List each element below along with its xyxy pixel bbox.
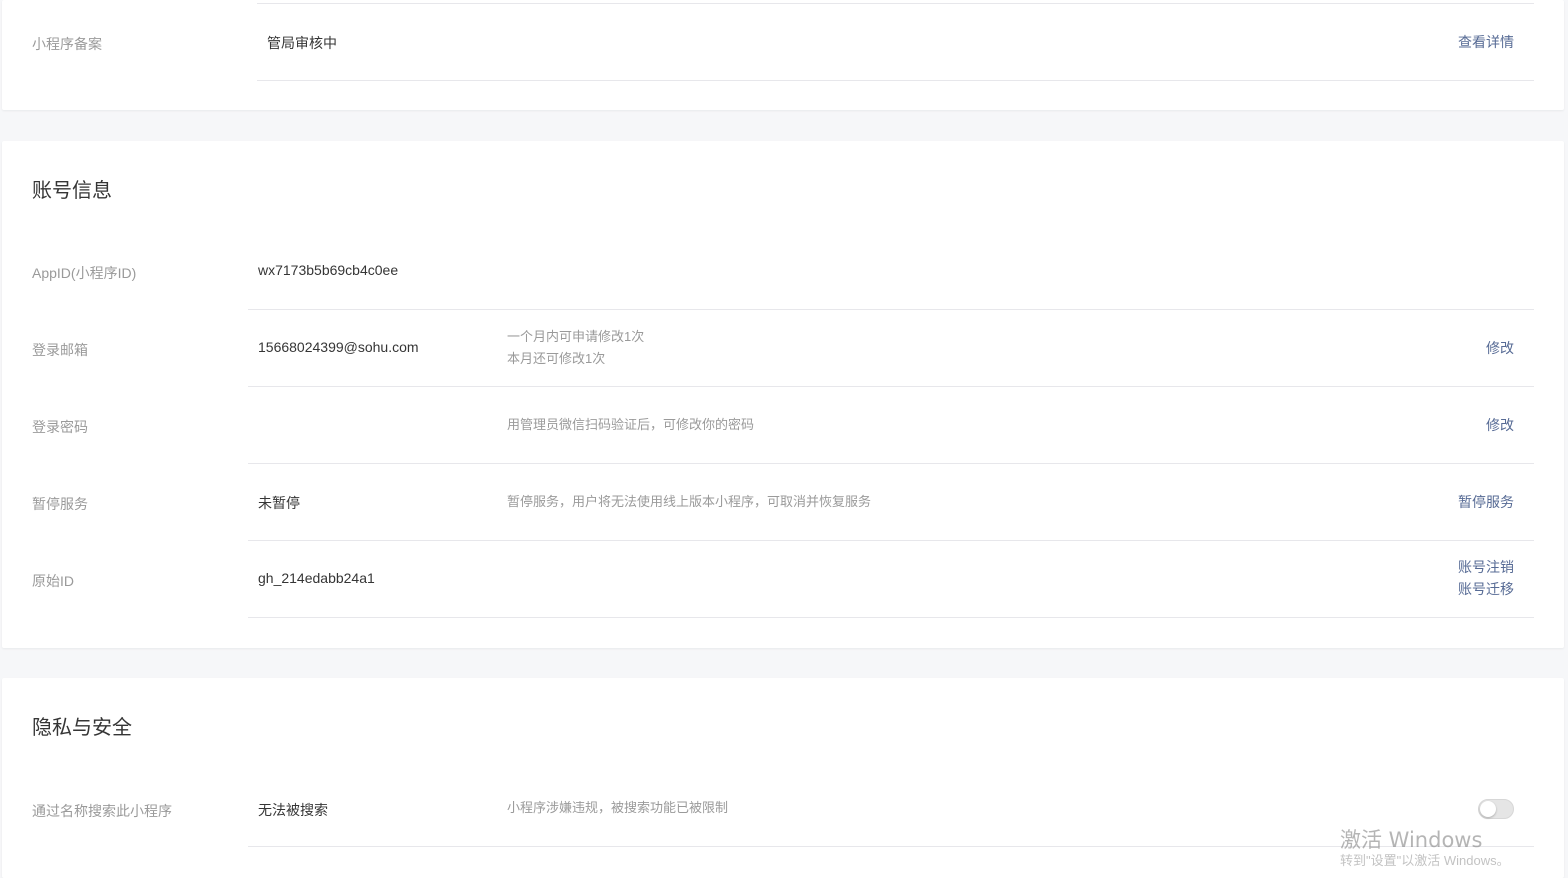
appid-value: wx7173b5b69cb4c0ee — [258, 262, 399, 278]
divider — [248, 386, 1534, 387]
search-by-name-label: 通过名称搜索此小程序 — [32, 803, 172, 819]
divider — [248, 309, 1534, 310]
divider — [257, 80, 1534, 81]
filing-label: 小程序备案 — [32, 36, 102, 52]
email-value: 15668024399@sohu.com — [258, 339, 419, 355]
email-tip-line1: 一个月内可申请修改1次 — [507, 329, 645, 344]
password-tip: 用管理员微信扫码验证后，可修改你的密码 — [507, 417, 755, 432]
suspend-tip: 暂停服务，用户将无法使用线上版本小程序，可取消并恢复服务 — [507, 494, 872, 509]
account-cancel-link[interactable]: 账号注销 — [1458, 556, 1514, 578]
filing-status: 管局审核中 — [267, 35, 337, 51]
email-label: 登录邮箱 — [32, 342, 88, 358]
search-toggle[interactable] — [1478, 799, 1514, 819]
filing-card: 小程序备案 管局审核中 查看详情 — [2, 0, 1564, 110]
appid-label: AppID(小程序ID) — [32, 265, 137, 281]
divider — [257, 3, 1534, 4]
divider — [248, 540, 1534, 541]
search-tip: 小程序涉嫌违规，被搜索功能已被限制 — [507, 800, 729, 815]
view-details-link[interactable]: 查看详情 — [1458, 31, 1514, 53]
password-label: 登录密码 — [32, 419, 88, 435]
suspend-label: 暂停服务 — [32, 496, 88, 512]
account-info-card: 账号信息 AppID(小程序ID) wx7173b5b69cb4c0ee 登录邮… — [2, 141, 1564, 648]
windows-activation-subtext: 转到"设置"以激活 Windows。 — [1340, 853, 1510, 868]
divider — [248, 617, 1534, 618]
divider — [248, 463, 1534, 464]
original-id-label: 原始ID — [32, 573, 74, 589]
suspend-status: 未暂停 — [258, 495, 300, 511]
email-tip: 一个月内可申请修改1次 本月还可修改1次 — [507, 326, 644, 370]
search-status: 无法被搜索 — [258, 802, 328, 818]
edit-email-link[interactable]: 修改 — [1486, 337, 1514, 359]
section-title-account: 账号信息 — [32, 180, 112, 202]
edit-password-link[interactable]: 修改 — [1486, 414, 1514, 436]
suspend-service-link[interactable]: 暂停服务 — [1458, 491, 1514, 513]
toggle-knob — [1480, 801, 1496, 817]
privacy-security-card: 隐私与安全 通过名称搜索此小程序 无法被搜索 小程序涉嫌违规，被搜索功能已被限制 — [2, 678, 1564, 878]
original-id-value: gh_214edabb24a1 — [258, 570, 375, 586]
section-title-privacy: 隐私与安全 — [32, 717, 132, 739]
account-migrate-link[interactable]: 账号迁移 — [1458, 578, 1514, 600]
email-tip-line2: 本月还可修改1次 — [507, 351, 606, 366]
